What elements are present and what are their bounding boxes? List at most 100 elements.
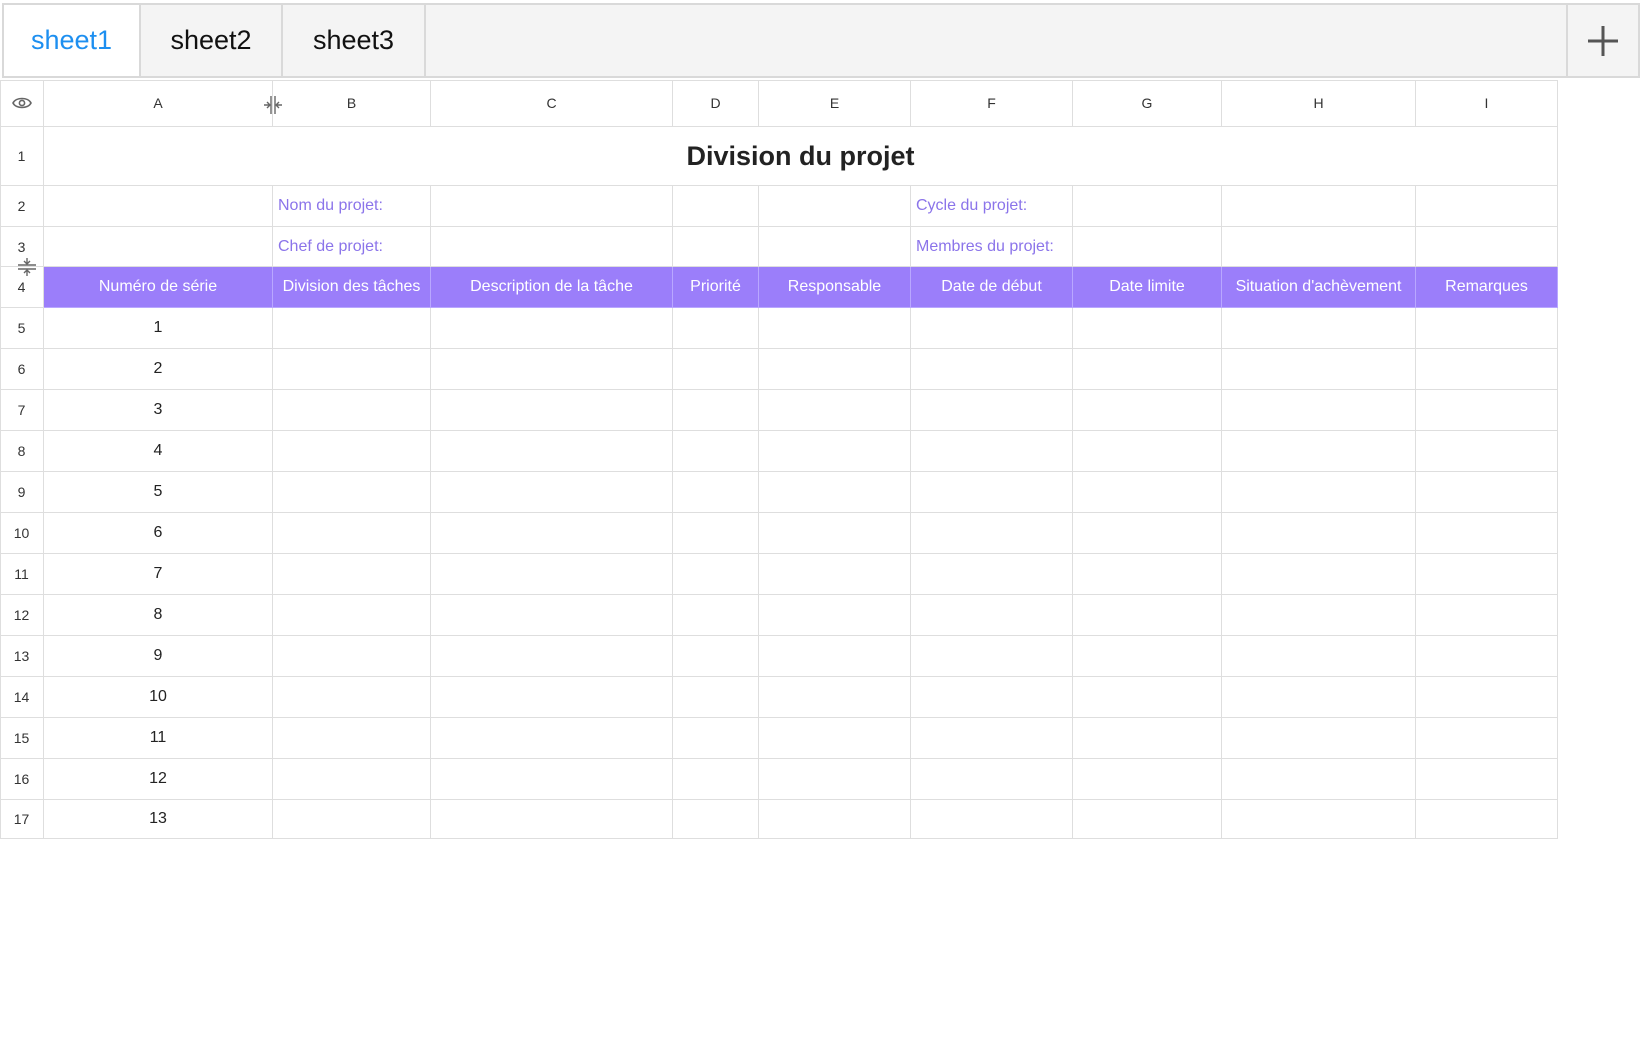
- cell-h3[interactable]: [1222, 227, 1416, 267]
- table-cell[interactable]: [911, 431, 1073, 472]
- table-cell[interactable]: [431, 431, 673, 472]
- table-cell[interactable]: [1073, 554, 1222, 595]
- table-cell[interactable]: [1073, 718, 1222, 759]
- table-cell[interactable]: [1416, 759, 1558, 800]
- table-cell[interactable]: [273, 554, 431, 595]
- table-cell[interactable]: [1073, 759, 1222, 800]
- row-header-13[interactable]: 13: [0, 636, 44, 677]
- row-header-14[interactable]: 14: [0, 677, 44, 718]
- table-cell[interactable]: [911, 472, 1073, 513]
- table-cell[interactable]: [273, 718, 431, 759]
- cell-g2[interactable]: [1073, 186, 1222, 227]
- table-cell[interactable]: [673, 595, 759, 636]
- table-cell[interactable]: [1222, 800, 1416, 839]
- serial-number-cell[interactable]: 13: [44, 800, 273, 839]
- table-cell[interactable]: [1073, 390, 1222, 431]
- table-cell[interactable]: [673, 390, 759, 431]
- table-cell[interactable]: [273, 759, 431, 800]
- project-lead-label[interactable]: Chef de projet:: [273, 227, 431, 267]
- table-cell[interactable]: [1073, 595, 1222, 636]
- table-cell[interactable]: [1416, 390, 1558, 431]
- table-cell[interactable]: [673, 718, 759, 759]
- table-cell[interactable]: [1073, 677, 1222, 718]
- table-cell[interactable]: [673, 472, 759, 513]
- table-cell[interactable]: [431, 349, 673, 390]
- table-header-cell[interactable]: Division des tâches: [273, 267, 431, 308]
- table-header-cell[interactable]: Priorité: [673, 267, 759, 308]
- table-header-cell[interactable]: Remarques: [1416, 267, 1558, 308]
- table-cell[interactable]: [911, 349, 1073, 390]
- table-cell[interactable]: [759, 800, 911, 839]
- row-header-5[interactable]: 5: [0, 308, 44, 349]
- column-resize-icon[interactable]: [262, 94, 284, 120]
- cell-d3[interactable]: [673, 227, 759, 267]
- column-header-f[interactable]: F: [911, 80, 1073, 127]
- row-header-10[interactable]: 10: [0, 513, 44, 554]
- cell-a3[interactable]: [44, 227, 273, 267]
- table-cell[interactable]: [911, 513, 1073, 554]
- table-cell[interactable]: [431, 390, 673, 431]
- table-header-cell[interactable]: Date limite: [1073, 267, 1222, 308]
- cell-c3[interactable]: [431, 227, 673, 267]
- table-cell[interactable]: [1222, 472, 1416, 513]
- table-cell[interactable]: [273, 308, 431, 349]
- table-cell[interactable]: [1416, 595, 1558, 636]
- table-cell[interactable]: [673, 800, 759, 839]
- table-cell[interactable]: [759, 390, 911, 431]
- table-cell[interactable]: [759, 759, 911, 800]
- table-cell[interactable]: [911, 677, 1073, 718]
- table-cell[interactable]: [1222, 677, 1416, 718]
- table-cell[interactable]: [431, 759, 673, 800]
- row-header-16[interactable]: 16: [0, 759, 44, 800]
- table-cell[interactable]: [273, 595, 431, 636]
- table-cell[interactable]: [431, 800, 673, 839]
- project-members-label[interactable]: Membres du projet:: [911, 227, 1073, 267]
- table-cell[interactable]: [673, 308, 759, 349]
- table-cell[interactable]: [673, 759, 759, 800]
- serial-number-cell[interactable]: 5: [44, 472, 273, 513]
- tab-sheet1[interactable]: sheet1: [4, 5, 141, 76]
- cell-i3[interactable]: [1416, 227, 1558, 267]
- table-cell[interactable]: [431, 554, 673, 595]
- table-cell[interactable]: [431, 636, 673, 677]
- table-cell[interactable]: [1073, 800, 1222, 839]
- cell-d2[interactable]: [673, 186, 759, 227]
- row-header-7[interactable]: 7: [0, 390, 44, 431]
- table-cell[interactable]: [273, 513, 431, 554]
- table-cell[interactable]: [911, 636, 1073, 677]
- table-cell[interactable]: [759, 513, 911, 554]
- serial-number-cell[interactable]: 12: [44, 759, 273, 800]
- row-resize-icon[interactable]: [16, 256, 38, 282]
- table-cell[interactable]: [431, 677, 673, 718]
- table-cell[interactable]: [759, 308, 911, 349]
- table-cell[interactable]: [273, 431, 431, 472]
- column-header-d[interactable]: D: [673, 80, 759, 127]
- serial-number-cell[interactable]: 2: [44, 349, 273, 390]
- table-cell[interactable]: [911, 308, 1073, 349]
- row-header-12[interactable]: 12: [0, 595, 44, 636]
- table-cell[interactable]: [911, 759, 1073, 800]
- table-cell[interactable]: [1222, 513, 1416, 554]
- table-cell[interactable]: [759, 554, 911, 595]
- column-header-e[interactable]: E: [759, 80, 911, 127]
- table-cell[interactable]: [1416, 431, 1558, 472]
- table-cell[interactable]: [911, 554, 1073, 595]
- table-header-cell[interactable]: Description de la tâche: [431, 267, 673, 308]
- table-cell[interactable]: [759, 431, 911, 472]
- table-cell[interactable]: [1073, 308, 1222, 349]
- table-cell[interactable]: [1222, 390, 1416, 431]
- table-cell[interactable]: [673, 431, 759, 472]
- table-cell[interactable]: [273, 677, 431, 718]
- table-cell[interactable]: [431, 472, 673, 513]
- project-cycle-label[interactable]: Cycle du projet:: [911, 186, 1073, 227]
- table-cell[interactable]: [1073, 472, 1222, 513]
- table-header-cell[interactable]: Numéro de série: [44, 267, 273, 308]
- table-cell[interactable]: [1222, 349, 1416, 390]
- table-cell[interactable]: [1416, 472, 1558, 513]
- table-cell[interactable]: [1222, 308, 1416, 349]
- table-cell[interactable]: [673, 513, 759, 554]
- table-cell[interactable]: [911, 595, 1073, 636]
- table-cell[interactable]: [1222, 554, 1416, 595]
- cell-h2[interactable]: [1222, 186, 1416, 227]
- column-header-g[interactable]: G: [1073, 80, 1222, 127]
